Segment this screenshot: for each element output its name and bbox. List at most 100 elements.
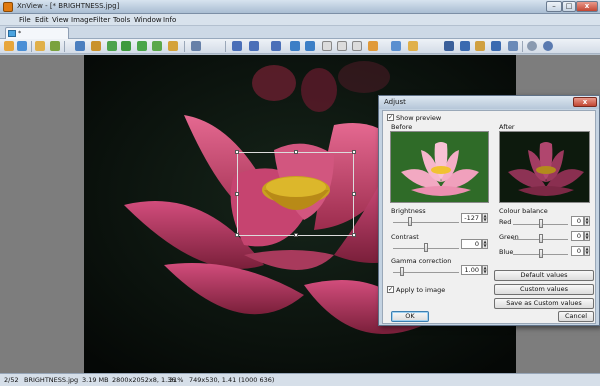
zoom-icon[interactable] <box>249 41 259 51</box>
after-label: After <box>499 123 515 131</box>
dialog-body: ✓ Show preview Before After Brightness -… <box>382 110 596 324</box>
left-margin <box>0 55 84 373</box>
thumbs-icon[interactable] <box>50 41 60 51</box>
brightness-slider[interactable] <box>393 222 459 223</box>
adjust-dialog: Adjust x ✓ Show preview Before After Bri… <box>378 95 600 326</box>
menu-window[interactable]: Window <box>134 16 162 24</box>
contrast-slider-thumb[interactable] <box>424 243 428 252</box>
brightness-spinner[interactable]: ▲ ▼ <box>482 213 488 223</box>
toolbar-separator <box>64 41 65 52</box>
minimize-button[interactable]: – <box>546 1 562 12</box>
green-slider-thumb[interactable] <box>538 234 543 243</box>
selection-handle[interactable] <box>235 150 239 154</box>
toolbar-separator <box>184 41 185 52</box>
red-spinner[interactable]: ▲ ▼ <box>584 216 590 226</box>
selection-handle[interactable] <box>352 150 356 154</box>
default-values-button[interactable]: Default values <box>494 270 594 281</box>
paste-icon[interactable] <box>408 41 418 51</box>
contrast-value[interactable]: 0 <box>461 239 482 249</box>
zoom-in-icon[interactable] <box>232 41 242 51</box>
maximize-button[interactable]: □ <box>562 1 576 12</box>
page-icon[interactable] <box>337 41 347 51</box>
contrast-spinner[interactable]: ▲ ▼ <box>482 239 488 249</box>
after-lotus-image <box>500 132 589 202</box>
gamma-spinner[interactable]: ▲ ▼ <box>482 265 488 275</box>
before-preview <box>390 131 489 203</box>
menu-edit[interactable]: Edit <box>35 16 49 24</box>
info-icon[interactable] <box>543 41 553 51</box>
ok-button[interactable]: OK <box>391 311 429 322</box>
gamma-slider-thumb[interactable] <box>400 267 405 276</box>
cancel-button[interactable]: Cancel <box>558 311 594 322</box>
rotate-right-icon[interactable] <box>137 41 147 51</box>
green-value[interactable]: 0 <box>571 231 584 241</box>
custom-values-button[interactable]: Custom values <box>494 284 594 295</box>
brightness-value[interactable]: -127 <box>461 213 482 223</box>
toolbar-separator <box>225 41 226 52</box>
selection-handle[interactable] <box>235 233 239 237</box>
page-icon[interactable] <box>352 41 362 51</box>
show-preview-checkbox[interactable]: ✓ <box>387 114 394 121</box>
dialog-close-button[interactable]: x <box>573 97 597 107</box>
menu-view[interactable]: View <box>52 16 69 24</box>
blue-slider-thumb[interactable] <box>538 249 543 258</box>
app-icon <box>3 2 13 12</box>
before-label: Before <box>391 123 413 131</box>
red-slider-thumb[interactable] <box>538 219 543 228</box>
window-title: XnView - [* BRIGHTNESS.jpg] <box>17 2 120 10</box>
tools-icon[interactable] <box>168 41 178 51</box>
green-spinner[interactable]: ▲ ▼ <box>584 231 590 241</box>
refresh-icon[interactable] <box>107 41 117 51</box>
zoom-out-icon[interactable] <box>271 41 281 51</box>
prev-icon[interactable] <box>290 41 300 51</box>
blue-value[interactable]: 0 <box>571 246 584 256</box>
folder-icon[interactable] <box>4 41 14 51</box>
selection-handle[interactable] <box>294 233 298 237</box>
tab-bar: * BRIGHTNESS.jpg <box>0 26 600 48</box>
brightness-label: Brightness <box>391 207 426 215</box>
red-value[interactable]: 0 <box>571 216 584 226</box>
binoculars-icon[interactable] <box>444 41 454 51</box>
before-lotus-image <box>391 132 488 202</box>
next-icon[interactable] <box>305 41 315 51</box>
menu-file[interactable]: File <box>19 16 31 24</box>
selection-handle[interactable] <box>352 233 356 237</box>
folder-open-icon[interactable] <box>35 41 45 51</box>
apply-to-image-checkbox[interactable]: ✓ <box>387 286 394 293</box>
blue-spinner[interactable]: ▲ ▼ <box>584 246 590 256</box>
save-custom-values-button[interactable]: Save as Custom values <box>494 298 594 309</box>
selection-handle[interactable] <box>294 150 298 154</box>
brightness-slider-thumb[interactable] <box>407 217 412 226</box>
menu-tools[interactable]: Tools <box>113 16 130 24</box>
scan-icon[interactable] <box>475 41 485 51</box>
selection-rectangle[interactable] <box>235 150 356 237</box>
crop-icon[interactable] <box>91 41 101 51</box>
status-bar: 2/52 BRIGHTNESS.jpg 3.19 MB 2800x2052x8,… <box>0 373 600 386</box>
save-icon[interactable] <box>191 41 201 51</box>
export-icon[interactable] <box>491 41 501 51</box>
gamma-value[interactable]: 1.00 <box>461 265 482 275</box>
blue-label: Blue <box>499 248 514 256</box>
menu-filter[interactable]: Filter <box>93 16 110 24</box>
menu-image[interactable]: Image <box>71 16 93 24</box>
rotate-left-icon[interactable] <box>121 41 131 51</box>
monitor-icon[interactable] <box>460 41 470 51</box>
close-button[interactable]: x <box>576 1 598 12</box>
dialog-title-bar[interactable]: Adjust x <box>379 96 599 109</box>
fit-icon[interactable] <box>322 41 332 51</box>
browse-icon[interactable] <box>75 41 85 51</box>
status-dimensions: 2800x2052x8, 1.36 <box>112 376 176 384</box>
print-icon[interactable] <box>508 41 518 51</box>
copy-icon[interactable] <box>391 41 401 51</box>
settings-icon[interactable] <box>527 41 537 51</box>
red-label: Red <box>499 218 512 226</box>
menu-info[interactable]: Info <box>163 16 176 24</box>
status-index: 2/52 <box>4 376 19 384</box>
slideshow-icon[interactable] <box>368 41 378 51</box>
selection-handle[interactable] <box>235 192 239 196</box>
after-preview <box>499 131 590 203</box>
selection-handle[interactable] <box>352 192 356 196</box>
image-icon[interactable] <box>152 41 162 51</box>
nav-icon[interactable] <box>17 41 27 51</box>
tab-brightness[interactable]: * BRIGHTNESS.jpg <box>5 27 72 48</box>
